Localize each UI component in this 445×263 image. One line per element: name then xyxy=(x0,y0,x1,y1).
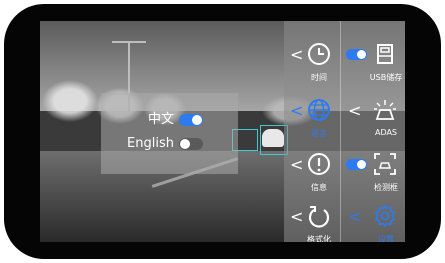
menu-item-label: 信息 xyxy=(311,183,327,192)
chevron-left-icon: < xyxy=(290,45,304,64)
menu-item-label: 时间 xyxy=(311,73,327,82)
language-toggle-english[interactable] xyxy=(179,138,203,150)
detection-frame-toggle[interactable] xyxy=(346,159,367,170)
clock-icon xyxy=(308,43,330,65)
language-option-label: 中文 xyxy=(147,112,174,127)
language-option-english[interactable]: English xyxy=(101,136,238,152)
usb-storage-toggle[interactable] xyxy=(346,49,367,60)
menu-item-label: ADAS xyxy=(374,128,398,137)
menu-item-detection-frame[interactable]: 检测框 xyxy=(342,145,402,200)
language-option-label: English xyxy=(127,136,174,151)
toggle-knob xyxy=(357,50,366,59)
menu-item-settings[interactable]: < 设置 xyxy=(342,197,402,242)
chevron-left-icon: < xyxy=(290,207,304,226)
menu-item-label: 设置 xyxy=(378,235,394,242)
camera-screen: 中文 English < 时间 USB储存 < 语言 < ADAS < 信息 检… xyxy=(40,21,405,242)
info-icon xyxy=(308,153,330,175)
usb-storage-icon xyxy=(377,44,393,64)
menu-item-label: 格式化 xyxy=(307,235,331,242)
menu-item-format[interactable]: < 格式化 xyxy=(284,197,344,242)
language-option-chinese[interactable]: 中文 xyxy=(101,112,238,128)
chevron-left-icon: < xyxy=(348,101,362,120)
menu-item-usb-storage[interactable]: USB储存 xyxy=(342,35,402,90)
chevron-left-icon: < xyxy=(290,155,304,174)
menu-item-language[interactable]: < 语言 xyxy=(284,91,344,146)
language-popup: 中文 English xyxy=(101,93,238,174)
menu-item-label: 语言 xyxy=(311,129,327,138)
street-light-arm xyxy=(112,41,146,43)
globe-icon xyxy=(308,99,330,121)
language-toggle-chinese[interactable] xyxy=(179,114,203,126)
adas-icon xyxy=(374,100,396,120)
menu-item-info[interactable]: < 信息 xyxy=(284,145,344,200)
toggle-knob xyxy=(357,160,366,169)
menu-item-adas[interactable]: < ADAS xyxy=(342,91,402,146)
menu-item-time[interactable]: < 时间 xyxy=(284,35,344,90)
settings-menu: < 时间 USB储存 < 语言 < ADAS < 信息 检测框 < 格式化 < … xyxy=(284,21,405,242)
toggle-knob xyxy=(192,115,202,125)
menu-item-label: 检测框 xyxy=(374,183,398,192)
chevron-left-icon: < xyxy=(348,207,362,226)
menu-item-label: USB储存 xyxy=(369,73,403,82)
detection-frame-icon xyxy=(374,153,396,175)
format-icon xyxy=(308,206,330,228)
toggle-knob xyxy=(180,139,190,149)
settings-gear-icon xyxy=(374,204,396,228)
chevron-left-icon: < xyxy=(290,101,304,120)
